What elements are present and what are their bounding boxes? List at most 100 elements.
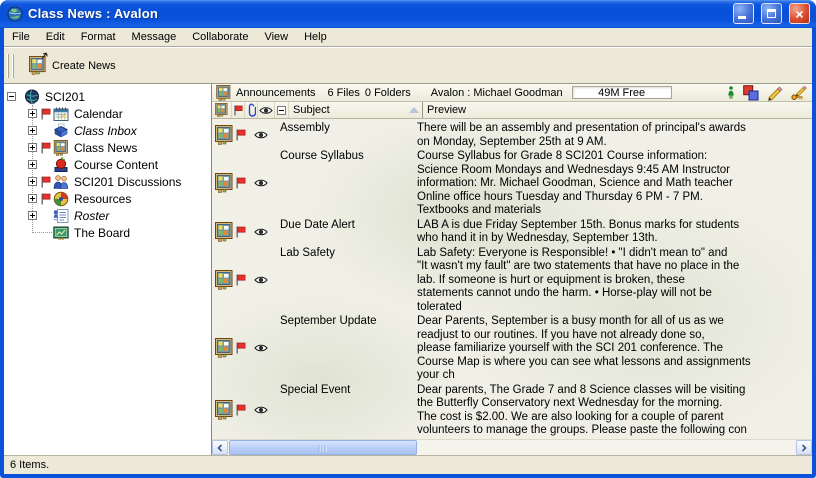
toolbar-grip[interactable] xyxy=(7,54,9,78)
menubar: File Edit Format Message Collaborate Vie… xyxy=(4,28,812,47)
news-item-icon xyxy=(215,270,233,290)
column-preview[interactable]: Preview xyxy=(422,102,812,118)
column-read-status[interactable] xyxy=(258,102,275,118)
tree-item-sci201-discussions[interactable]: SCI201 Discussions xyxy=(4,173,211,190)
people-icon xyxy=(53,174,69,190)
main-content: SCI201 Calendar Class Inbox xyxy=(4,83,812,455)
tree-item-sci201[interactable]: SCI201 xyxy=(4,88,211,105)
titlebar[interactable]: Class News : Avalon × xyxy=(0,0,816,28)
message-preview: Dear parents, The Grade 7 and 8 Science … xyxy=(417,383,812,438)
tree-label: Course Content xyxy=(72,158,160,172)
tree-item-the-board[interactable]: The Board xyxy=(4,224,211,241)
menu-collaborate[interactable]: Collaborate xyxy=(184,29,256,46)
tree-label: SCI201 xyxy=(43,90,87,104)
menu-format[interactable]: Format xyxy=(73,29,124,46)
column-flag[interactable] xyxy=(232,102,245,118)
pencil-icon[interactable] xyxy=(767,85,783,101)
message-row-due-date-alert[interactable]: Due Date Alert LAB A is due Friday Septe… xyxy=(212,218,812,246)
flag-icon xyxy=(235,404,246,416)
message-subject: Course Syllabus xyxy=(280,149,417,218)
tree-label: SCI201 Discussions xyxy=(72,175,183,189)
column-attachment[interactable] xyxy=(245,102,258,118)
sidebar-tree: SCI201 Calendar Class Inbox xyxy=(4,84,212,455)
news-board-icon xyxy=(216,85,231,101)
folders-count: 0 Folders xyxy=(365,87,411,99)
column-header-row: Subject Preview xyxy=(212,102,812,119)
message-preview: Course Syllabus for Grade 8 SCI201 Cours… xyxy=(417,149,812,218)
beachball-icon xyxy=(53,191,69,207)
flag-icon xyxy=(40,176,51,188)
message-subject: Due Date Alert xyxy=(280,218,417,246)
tree-item-class-news[interactable]: Class News xyxy=(4,139,211,156)
menu-file[interactable]: File xyxy=(4,29,38,46)
message-row-assembly[interactable]: Assembly There will be an assembly and p… xyxy=(212,121,812,149)
toolbar-grip[interactable] xyxy=(12,54,14,78)
layers-icon[interactable] xyxy=(743,85,759,101)
flag-icon xyxy=(233,105,243,116)
tree-item-course-content[interactable]: Course Content xyxy=(4,156,211,173)
column-subject[interactable]: Subject xyxy=(289,102,422,118)
panel-header: Announcements 6 Files 0 Folders Avalon :… xyxy=(212,84,812,102)
message-row-special-event[interactable]: Special Event Dear parents, The Grade 7 … xyxy=(212,383,812,438)
collapse-box-icon[interactable] xyxy=(7,92,16,101)
menu-edit[interactable]: Edit xyxy=(38,29,73,46)
flag-icon xyxy=(40,108,51,120)
message-row-lab-safety[interactable]: Lab Safety Lab Safety: Everyone is Respo… xyxy=(212,246,812,315)
minimize-button[interactable] xyxy=(733,3,754,24)
message-subject: September Update xyxy=(280,314,417,383)
tree-item-class-inbox[interactable]: Class Inbox xyxy=(4,122,211,139)
flag-icon xyxy=(40,142,51,154)
free-space-indicator: 49M Free xyxy=(572,86,672,99)
eye-icon xyxy=(254,131,268,140)
menu-message[interactable]: Message xyxy=(124,29,185,46)
eye-icon xyxy=(259,106,273,115)
calendar-icon xyxy=(53,106,69,122)
scrollbar-thumb[interactable] xyxy=(229,440,417,455)
files-count: 6 Files xyxy=(328,87,360,99)
create-news-button[interactable]: Create News xyxy=(25,54,120,77)
message-subject: Special Event xyxy=(280,383,417,438)
message-row-course-syllabus[interactable]: Course Syllabus Course Syllabus for Grad… xyxy=(212,149,812,218)
minimize-icon xyxy=(738,16,746,19)
preview-header-label: Preview xyxy=(427,104,466,116)
flag-icon xyxy=(235,129,246,141)
toolbar: Create News xyxy=(4,47,812,83)
menu-view[interactable]: View xyxy=(256,29,296,46)
tree-label: Calendar xyxy=(72,107,125,121)
expand-box-icon[interactable] xyxy=(28,109,37,118)
message-list: Assembly There will be an assembly and p… xyxy=(212,119,812,439)
eye-icon xyxy=(254,275,268,284)
maximize-button[interactable] xyxy=(761,3,782,24)
green-board-icon xyxy=(53,225,69,241)
news-item-icon xyxy=(215,222,233,242)
person-icon[interactable] xyxy=(727,86,735,99)
list-pane: Announcements 6 Files 0 Folders Avalon :… xyxy=(212,84,812,455)
expand-box-icon[interactable] xyxy=(28,194,37,203)
expand-box-icon[interactable] xyxy=(28,143,37,152)
column-item-icon[interactable] xyxy=(212,102,232,118)
tree-item-calendar[interactable]: Calendar xyxy=(4,105,211,122)
close-button[interactable]: × xyxy=(789,3,810,24)
close-icon: × xyxy=(795,7,803,21)
expand-box-icon[interactable] xyxy=(28,177,37,186)
pencil-key-icon[interactable] xyxy=(791,85,807,101)
expand-box-icon[interactable] xyxy=(28,211,37,220)
expand-box-icon[interactable] xyxy=(28,160,37,169)
tree-item-resources[interactable]: Resources xyxy=(4,190,211,207)
collapse-all-button[interactable] xyxy=(275,102,289,118)
message-row-september-update[interactable]: September Update Dear Parents, September… xyxy=(212,314,812,383)
scroll-left-button[interactable] xyxy=(212,440,228,455)
expand-box-icon[interactable] xyxy=(28,126,37,135)
menu-help[interactable]: Help xyxy=(296,29,335,46)
tree-item-roster[interactable]: Roster xyxy=(4,207,211,224)
new-sparkle-icon xyxy=(41,52,49,60)
roster-icon xyxy=(53,208,69,224)
collapse-box-icon xyxy=(277,106,286,115)
globe-icon xyxy=(24,89,40,105)
statusbar: 6 Items. xyxy=(4,455,812,474)
eye-icon xyxy=(254,179,268,188)
horizontal-scrollbar[interactable] xyxy=(212,439,812,455)
scroll-right-button[interactable] xyxy=(796,440,812,455)
panel-title: Announcements xyxy=(236,87,316,99)
news-board-icon xyxy=(53,140,69,156)
